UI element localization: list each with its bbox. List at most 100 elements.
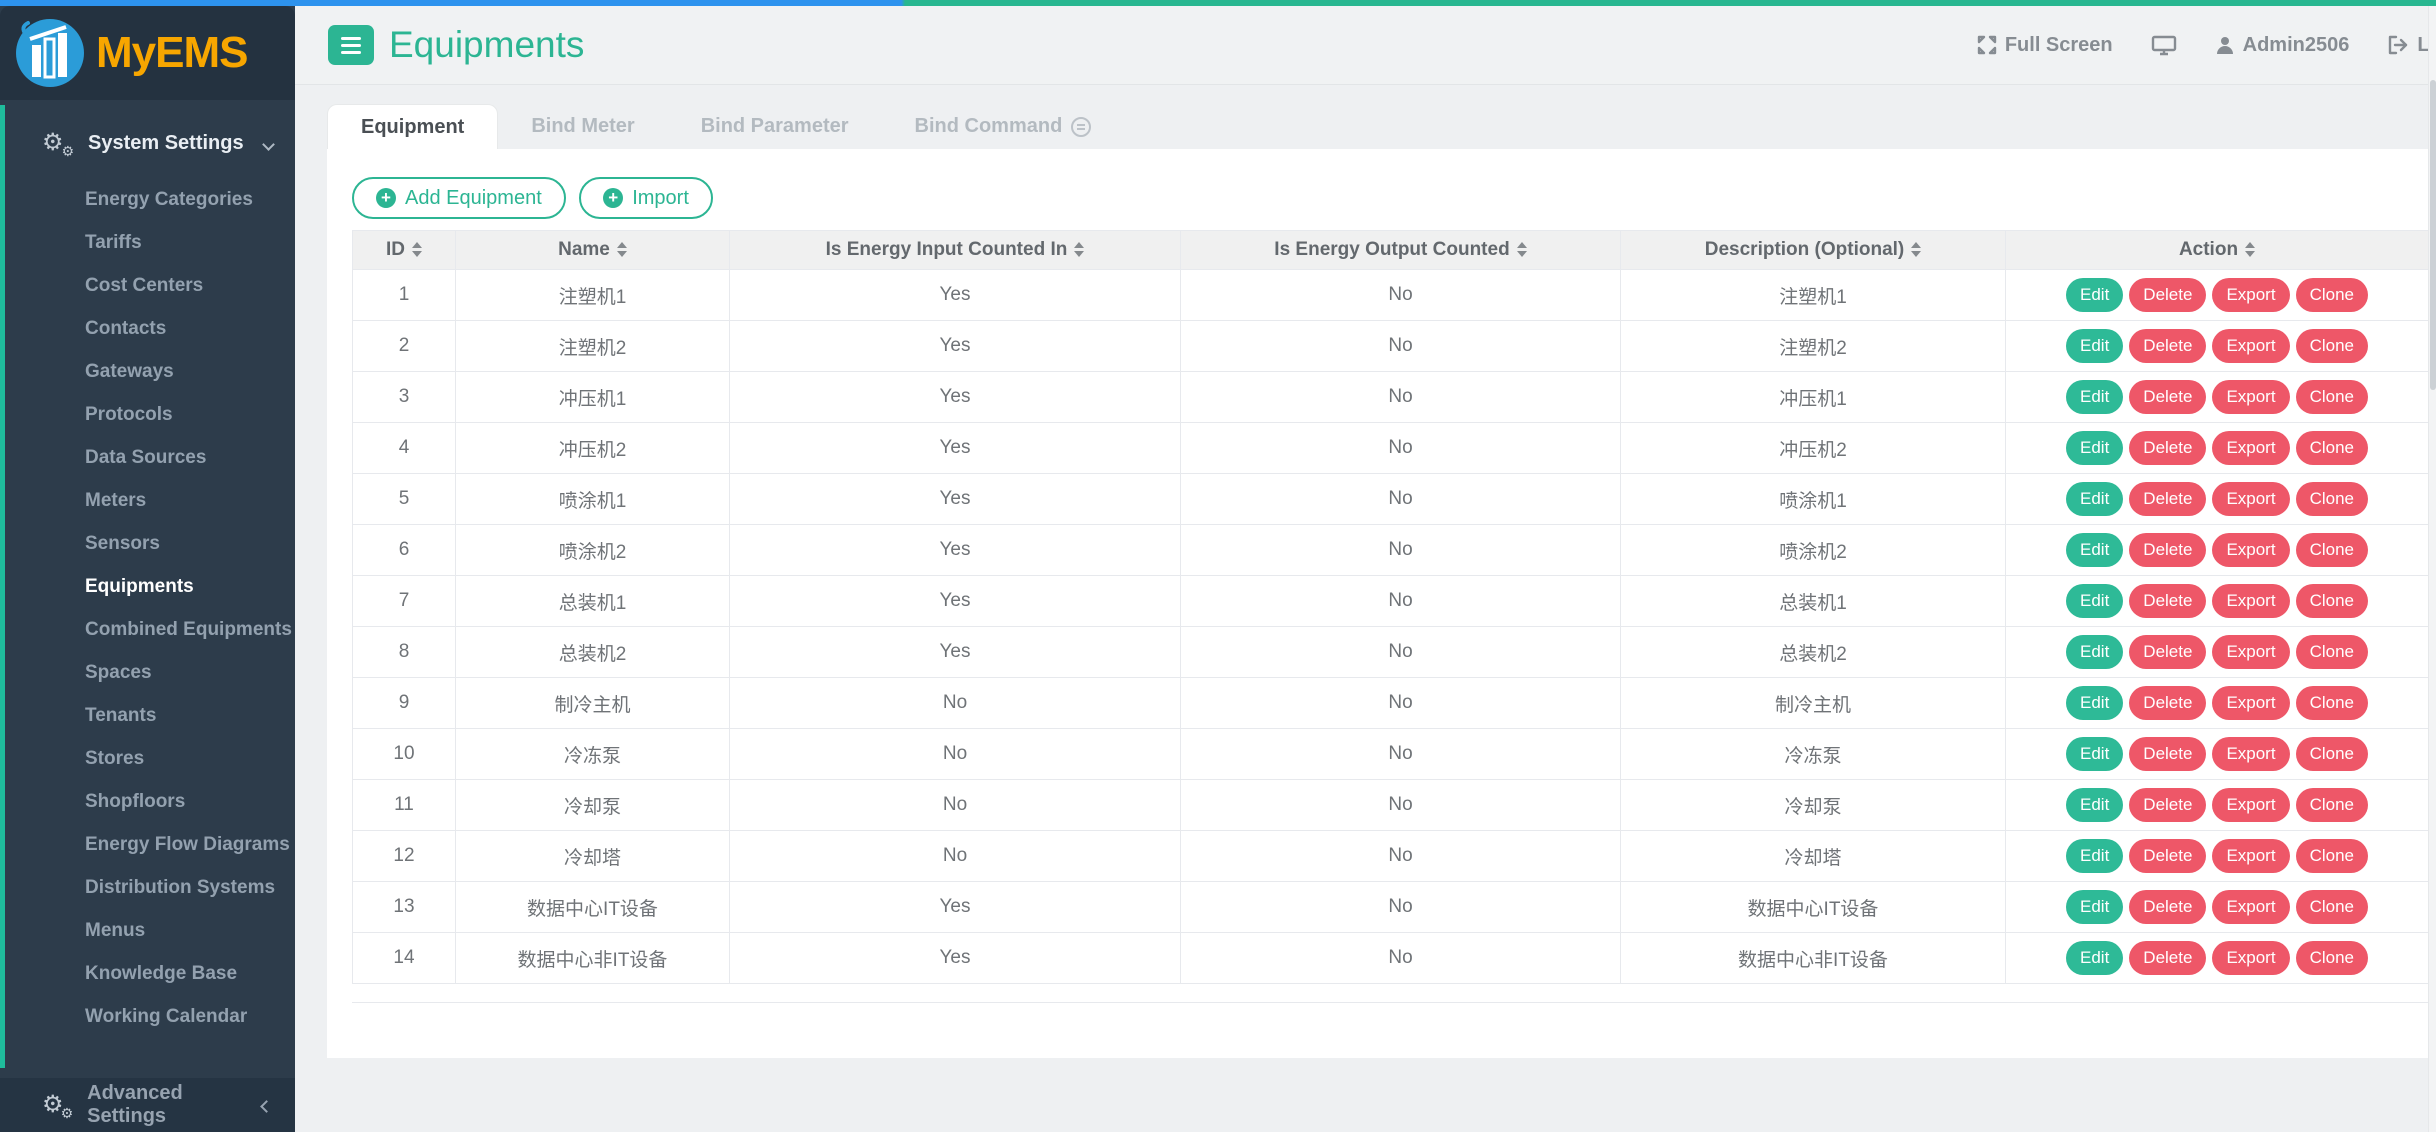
export-button[interactable]: Export: [2212, 686, 2289, 720]
delete-button[interactable]: Delete: [2129, 890, 2206, 924]
edit-button[interactable]: Edit: [2066, 686, 2123, 720]
sidebar-item-data-sources[interactable]: Data Sources: [0, 436, 295, 479]
clone-button[interactable]: Clone: [2296, 278, 2368, 312]
clone-button[interactable]: Clone: [2296, 380, 2368, 414]
display-button[interactable]: [2151, 34, 2177, 56]
clone-button[interactable]: Clone: [2296, 737, 2368, 771]
delete-button[interactable]: Delete: [2129, 431, 2206, 465]
sidebar-item-protocols[interactable]: Protocols: [0, 393, 295, 436]
clone-button[interactable]: Clone: [2296, 329, 2368, 363]
sidebar-item-equipments[interactable]: Equipments: [0, 565, 295, 608]
sidebar-item-shopfloors[interactable]: Shopfloors: [0, 780, 295, 823]
clone-button[interactable]: Clone: [2296, 584, 2368, 618]
clone-button[interactable]: Clone: [2296, 686, 2368, 720]
clone-button[interactable]: Clone: [2296, 635, 2368, 669]
delete-button[interactable]: Delete: [2129, 635, 2206, 669]
export-button[interactable]: Export: [2212, 737, 2289, 771]
clone-button[interactable]: Clone: [2296, 941, 2368, 975]
sort-icon[interactable]: [1517, 242, 1527, 257]
clone-button[interactable]: Clone: [2296, 839, 2368, 873]
column-header-action[interactable]: Action: [2006, 231, 2429, 270]
column-header-id[interactable]: ID: [353, 231, 456, 270]
edit-button[interactable]: Edit: [2066, 431, 2123, 465]
export-button[interactable]: Export: [2212, 482, 2289, 516]
page-scrollbar[interactable]: [2428, 6, 2436, 1132]
sidebar-item-combined-equipments[interactable]: Combined Equipments: [0, 608, 295, 651]
clone-button[interactable]: Clone: [2296, 890, 2368, 924]
brand-logo[interactable]: MyEMS: [0, 6, 295, 100]
export-button[interactable]: Export: [2212, 329, 2289, 363]
sidebar-item-spaces[interactable]: Spaces: [0, 651, 295, 694]
sidebar-item-tenants[interactable]: Tenants: [0, 694, 295, 737]
column-header-is-energy-output-counted[interactable]: Is Energy Output Counted: [1181, 231, 1621, 270]
edit-button[interactable]: Edit: [2066, 482, 2123, 516]
delete-button[interactable]: Delete: [2129, 329, 2206, 363]
sidebar-item-knowledge-base[interactable]: Knowledge Base: [0, 952, 295, 995]
clone-button[interactable]: Clone: [2296, 788, 2368, 822]
sidebar-item-energy-flow-diagrams[interactable]: Energy Flow Diagrams: [0, 823, 295, 866]
sidebar-scrollbar[interactable]: [0, 105, 5, 1068]
edit-button[interactable]: Edit: [2066, 737, 2123, 771]
sidebar-item-advanced-settings[interactable]: ⚙⚙ Advanced Settings: [0, 1078, 295, 1132]
sidebar-item-cost-centers[interactable]: Cost Centers: [0, 264, 295, 307]
hamburger-menu-button[interactable]: [328, 25, 374, 65]
export-button[interactable]: Export: [2212, 380, 2289, 414]
sidebar-item-gateways[interactable]: Gateways: [0, 350, 295, 393]
delete-button[interactable]: Delete: [2129, 584, 2206, 618]
export-button[interactable]: Export: [2212, 431, 2289, 465]
sidebar-item-distribution-systems[interactable]: Distribution Systems: [0, 866, 295, 909]
export-button[interactable]: Export: [2212, 278, 2289, 312]
delete-button[interactable]: Delete: [2129, 737, 2206, 771]
column-header-description-optional-[interactable]: Description (Optional): [1621, 231, 2006, 270]
sidebar-item-contacts[interactable]: Contacts: [0, 307, 295, 350]
sidebar-item-tariffs[interactable]: Tariffs: [0, 221, 295, 264]
sidebar-item-working-calendar[interactable]: Working Calendar: [0, 995, 295, 1038]
clone-button[interactable]: Clone: [2296, 431, 2368, 465]
add-equipment-button[interactable]: + Add Equipment: [352, 177, 566, 219]
delete-button[interactable]: Delete: [2129, 380, 2206, 414]
edit-button[interactable]: Edit: [2066, 329, 2123, 363]
sort-icon[interactable]: [1074, 242, 1084, 257]
sidebar-section-system-settings[interactable]: ⚙⚙ System Settings: [0, 100, 295, 178]
edit-button[interactable]: Edit: [2066, 635, 2123, 669]
export-button[interactable]: Export: [2212, 788, 2289, 822]
export-button[interactable]: Export: [2212, 941, 2289, 975]
clone-button[interactable]: Clone: [2296, 533, 2368, 567]
sort-icon[interactable]: [617, 242, 627, 257]
sort-icon[interactable]: [412, 242, 422, 257]
delete-button[interactable]: Delete: [2129, 482, 2206, 516]
edit-button[interactable]: Edit: [2066, 788, 2123, 822]
delete-button[interactable]: Delete: [2129, 941, 2206, 975]
edit-button[interactable]: Edit: [2066, 278, 2123, 312]
edit-button[interactable]: Edit: [2066, 890, 2123, 924]
delete-button[interactable]: Delete: [2129, 278, 2206, 312]
export-button[interactable]: Export: [2212, 839, 2289, 873]
sort-icon[interactable]: [1911, 242, 1921, 257]
scrollbar-thumb[interactable]: [2430, 80, 2436, 390]
edit-button[interactable]: Edit: [2066, 584, 2123, 618]
clone-button[interactable]: Clone: [2296, 482, 2368, 516]
sidebar-item-sensors[interactable]: Sensors: [0, 522, 295, 565]
user-menu[interactable]: Admin2506: [2215, 34, 2350, 57]
export-button[interactable]: Export: [2212, 635, 2289, 669]
sidebar-item-menus[interactable]: Menus: [0, 909, 295, 952]
delete-button[interactable]: Delete: [2129, 839, 2206, 873]
full-screen-button[interactable]: Full Screen: [1977, 34, 2113, 57]
tab-bind-command[interactable]: Bind Command: [882, 104, 1125, 149]
export-button[interactable]: Export: [2212, 584, 2289, 618]
delete-button[interactable]: Delete: [2129, 788, 2206, 822]
sidebar-item-meters[interactable]: Meters: [0, 479, 295, 522]
sort-icon[interactable]: [2245, 242, 2255, 257]
edit-button[interactable]: Edit: [2066, 380, 2123, 414]
edit-button[interactable]: Edit: [2066, 533, 2123, 567]
export-button[interactable]: Export: [2212, 890, 2289, 924]
tab-bind-meter[interactable]: Bind Meter: [498, 104, 667, 149]
sidebar-item-energy-categories[interactable]: Energy Categories: [0, 178, 295, 221]
delete-button[interactable]: Delete: [2129, 686, 2206, 720]
column-header-name[interactable]: Name: [456, 231, 730, 270]
edit-button[interactable]: Edit: [2066, 941, 2123, 975]
export-button[interactable]: Export: [2212, 533, 2289, 567]
delete-button[interactable]: Delete: [2129, 533, 2206, 567]
tab-bind-parameter[interactable]: Bind Parameter: [668, 104, 882, 149]
column-header-is-energy-input-counted-in[interactable]: Is Energy Input Counted In: [730, 231, 1181, 270]
